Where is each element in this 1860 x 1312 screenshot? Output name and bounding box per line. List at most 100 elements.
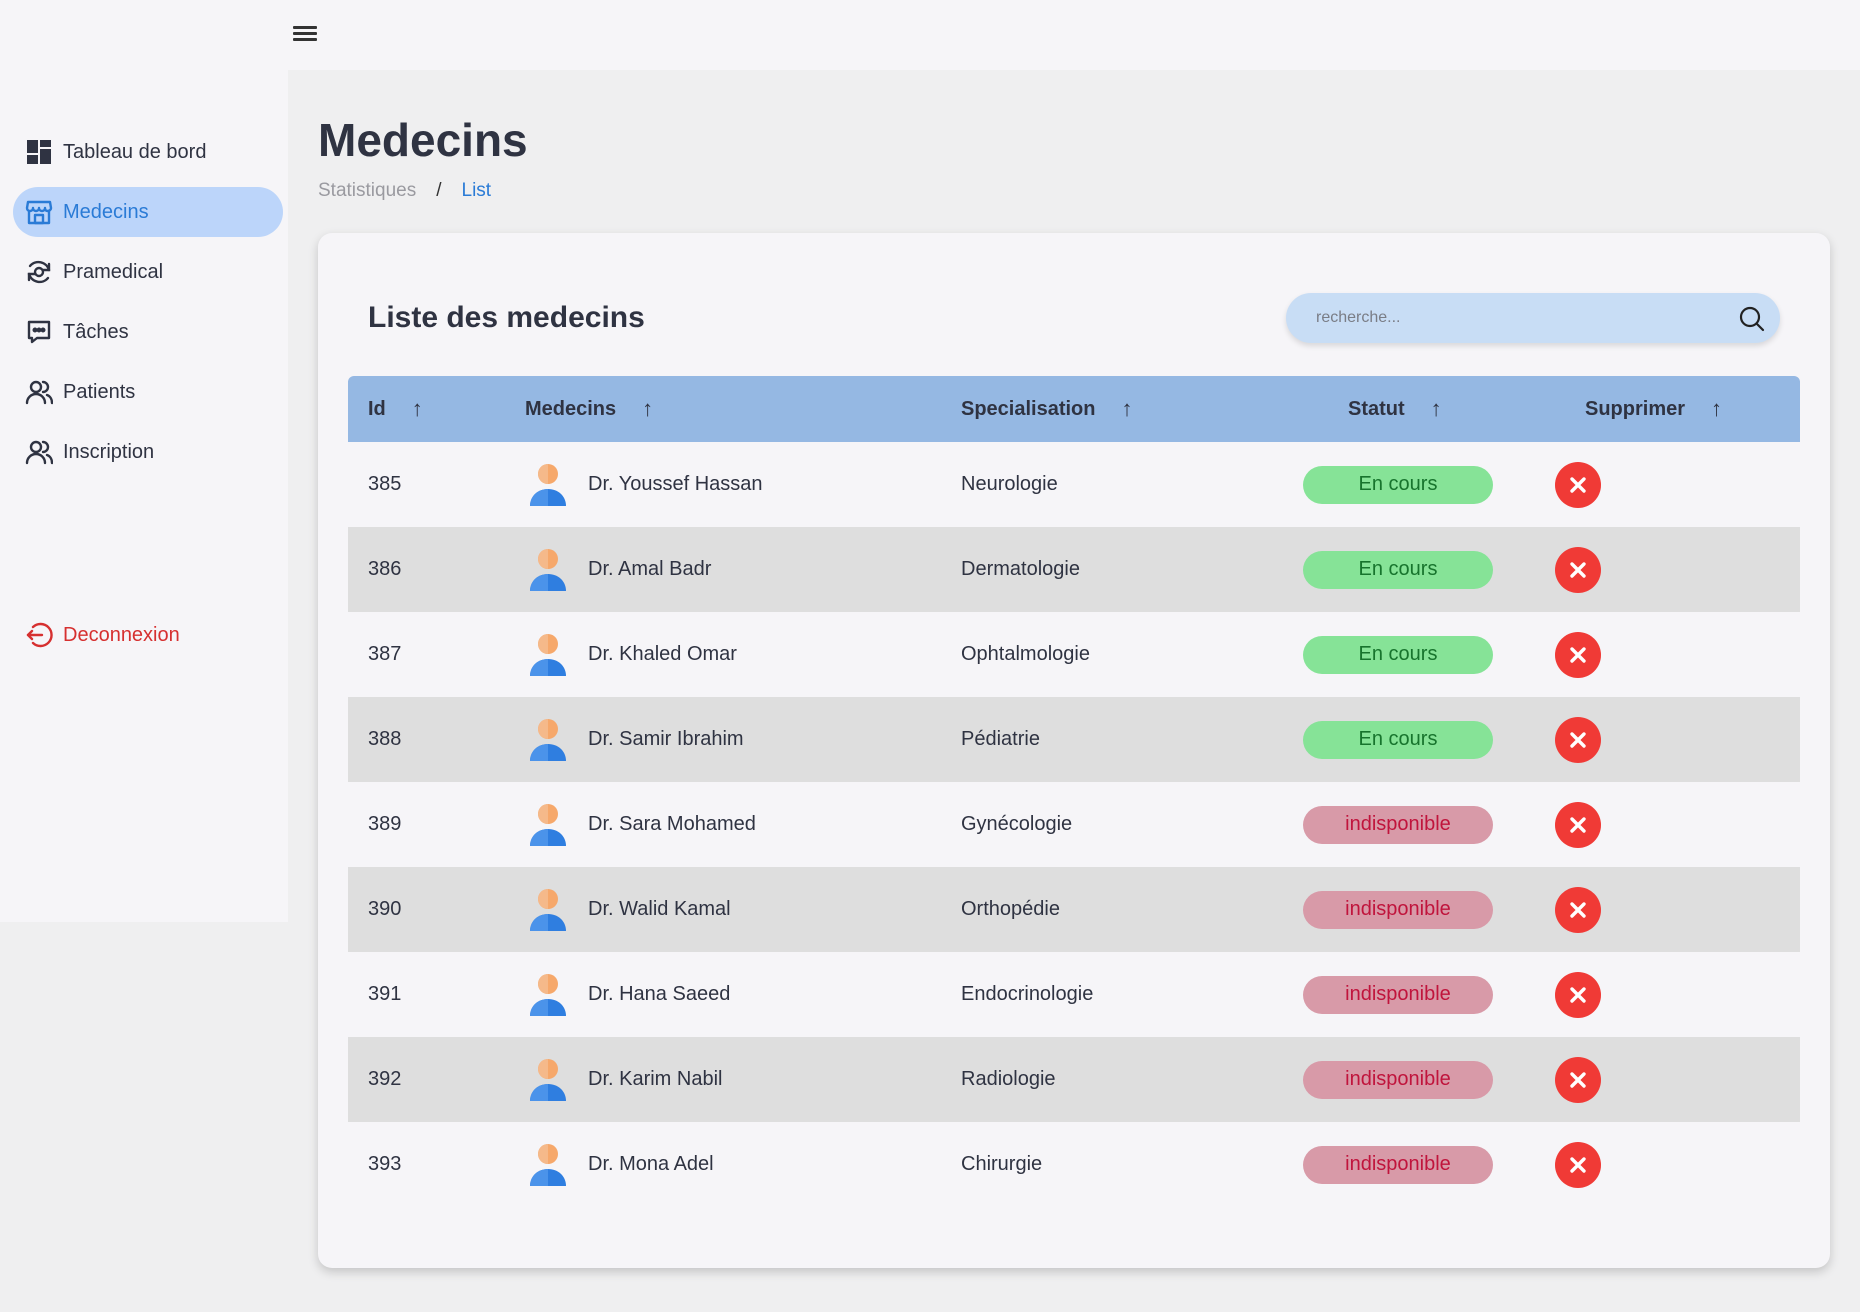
avatar [528, 717, 568, 763]
close-icon [1567, 1154, 1589, 1176]
status-badge: En cours [1303, 635, 1493, 674]
delete-cell [1555, 1037, 1601, 1122]
sort-arrow-icon: ↑ [411, 396, 423, 421]
doctor-cell: Dr. Walid Kamal [528, 867, 731, 952]
avatar [528, 972, 568, 1018]
users-icon [25, 378, 53, 406]
row-id: 388 [368, 728, 402, 750]
delete-cell [1555, 697, 1601, 782]
column-header-statut[interactable]: Statut ↑ [1348, 376, 1442, 442]
table-row: 393 Dr. Mona Adel Chirurgie indisponible [348, 1122, 1800, 1207]
sidebar-item-inscription[interactable]: Inscription [13, 427, 283, 477]
delete-button[interactable] [1555, 631, 1601, 678]
table-row: 387 Dr. Khaled Omar Ophtalmologie En cours [348, 612, 1800, 697]
close-icon [1567, 474, 1589, 496]
doctor-name: Dr. Sara Mohamed [588, 813, 756, 835]
status-cell: En cours [1303, 527, 1493, 612]
doctor-cell: Dr. Youssef Hassan [528, 442, 763, 527]
delete-button[interactable] [1555, 461, 1601, 508]
row-specialisation: Orthopédie [961, 898, 1060, 920]
search-box [1286, 293, 1780, 343]
delete-button[interactable] [1555, 801, 1601, 848]
breadcrumb-current[interactable]: List [462, 180, 492, 202]
sort-arrow-icon: ↑ [1121, 396, 1133, 421]
doctors-table: Id ↑ Medecins ↑ Specialisation ↑ Statut … [348, 376, 1800, 1207]
sidebar-item-patients[interactable]: Patients [13, 367, 283, 417]
row-id: 387 [368, 643, 402, 665]
doctor-name: Dr. Youssef Hassan [588, 473, 763, 495]
table-row: 390 Dr. Walid Kamal Orthopédie indisponible [348, 867, 1800, 952]
delete-cell [1555, 612, 1601, 697]
doctor-name: Dr. Walid Kamal [588, 898, 731, 920]
sidebar-item-tableau-de-bord[interactable]: Tableau de bord [13, 127, 283, 177]
sidebar-item-taches[interactable]: Tâches [13, 307, 283, 357]
row-specialisation: Endocrinologie [961, 983, 1094, 1005]
doctor-cell: Dr. Hana Saeed [528, 952, 730, 1037]
column-header-label: Specialisation [961, 397, 1096, 420]
doctor-cell: Dr. Samir Ibrahim [528, 697, 744, 782]
table-header: Id ↑ Medecins ↑ Specialisation ↑ Statut … [348, 376, 1800, 442]
column-header-medecins[interactable]: Medecins ↑ [525, 376, 653, 442]
delete-button[interactable] [1555, 716, 1601, 763]
delete-button[interactable] [1555, 886, 1601, 933]
row-id: 386 [368, 558, 402, 580]
doctor-name: Dr. Amal Badr [588, 558, 712, 580]
logout-button[interactable]: Deconnexion [13, 610, 283, 660]
search-input[interactable] [1316, 293, 1716, 343]
doctor-name: Dr. Hana Saeed [588, 983, 731, 1005]
avatar [528, 462, 568, 508]
status-cell: En cours [1303, 442, 1493, 527]
sidebar-item-medecins[interactable]: Medecins [13, 187, 283, 237]
delete-button[interactable] [1555, 1141, 1601, 1188]
row-specialisation: Dermatologie [961, 558, 1080, 580]
status-badge: indisponible [1303, 975, 1493, 1014]
table-body: 385 Dr. Youssef Hassan Neurologie En cours 3… [348, 442, 1800, 1207]
delete-button[interactable] [1555, 971, 1601, 1018]
column-header-specialisation[interactable]: Specialisation ↑ [961, 376, 1133, 442]
doctor-cell: Dr. Karim Nabil [528, 1037, 722, 1122]
table-row: 388 Dr. Samir Ibrahim Pédiatrie En cours [348, 697, 1800, 782]
page-title: Medecins [318, 114, 528, 166]
sidebar-item-pramedical[interactable]: Pramedical [13, 247, 283, 297]
column-header-label: Medecins [525, 397, 617, 420]
breadcrumb-parent[interactable]: Statistiques [318, 180, 416, 202]
row-specialisation: Radiologie [961, 1068, 1056, 1090]
column-header-supprimer[interactable]: Supprimer ↑ [1585, 376, 1722, 442]
column-header-label: Statut [1348, 397, 1405, 420]
top-bar [0, 0, 1860, 70]
doctor-name: Dr. Samir Ibrahim [588, 728, 744, 750]
status-badge: indisponible [1303, 890, 1493, 929]
delete-cell [1555, 867, 1601, 952]
close-icon [1567, 644, 1589, 666]
column-header-id[interactable]: Id ↑ [368, 376, 423, 442]
delete-cell [1555, 442, 1601, 527]
avatar [528, 802, 568, 848]
chat-dots-icon [25, 318, 53, 346]
delete-button[interactable] [1555, 546, 1601, 593]
doctors-card: Liste des medecins Id ↑ Medecins ↑ Speci… [318, 233, 1830, 1268]
status-cell: indisponible [1303, 1037, 1493, 1122]
doctor-cell: Dr. Sara Mohamed [528, 782, 756, 867]
doctor-cell: Dr. Mona Adel [528, 1122, 714, 1207]
row-id: 391 [368, 983, 402, 1005]
sidebar: Tableau de bord Medecins Pramedical Tâch… [0, 70, 288, 922]
avatar [528, 547, 568, 593]
hamburger-menu-icon[interactable] [291, 23, 319, 47]
row-id: 393 [368, 1153, 402, 1175]
status-badge: En cours [1303, 720, 1493, 759]
delete-cell [1555, 782, 1601, 867]
close-icon [1567, 899, 1589, 921]
search-icon[interactable] [1738, 305, 1766, 333]
status-badge: indisponible [1303, 1145, 1493, 1184]
avatar [528, 632, 568, 678]
sort-arrow-icon: ↑ [1711, 396, 1723, 421]
column-header-label: Id [368, 397, 386, 420]
avatar [528, 1057, 568, 1103]
delete-button[interactable] [1555, 1056, 1601, 1103]
row-id: 385 [368, 473, 402, 495]
card-title: Liste des medecins [368, 301, 645, 334]
logout-label: Deconnexion [63, 623, 180, 646]
status-cell: indisponible [1303, 1122, 1493, 1207]
doctor-name: Dr. Mona Adel [588, 1153, 714, 1175]
avatar [528, 887, 568, 933]
